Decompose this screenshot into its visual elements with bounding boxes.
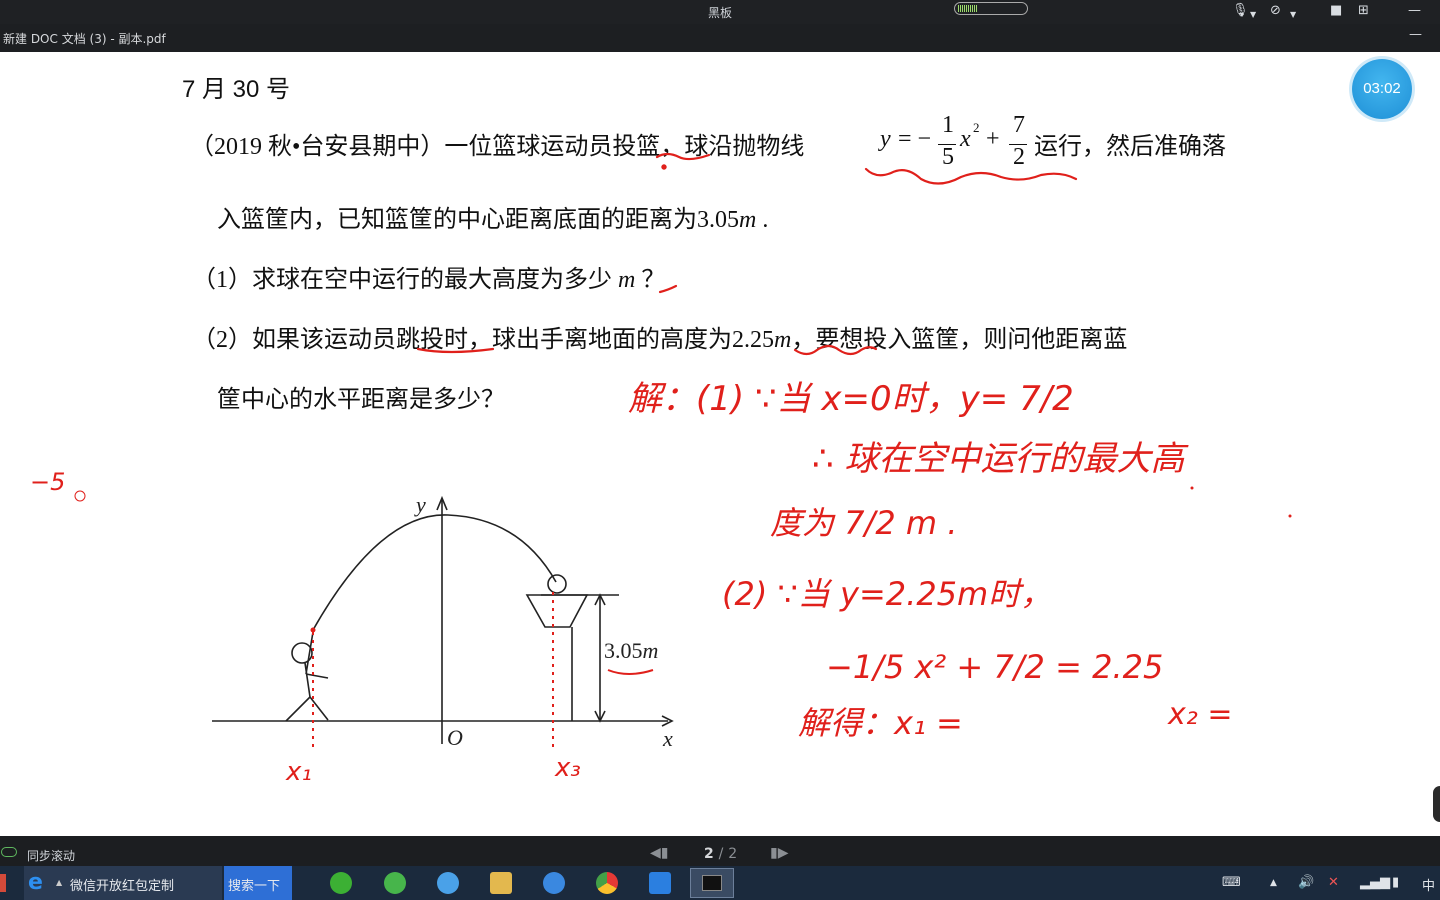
pen-cursor-icon	[74, 490, 86, 502]
wechat-icon[interactable]	[330, 872, 352, 894]
handwritten-solution: 解：(1) ∵当 x=0时，y= 7/2 ∴ 球在空中运行的最大高 度为 7/2…	[30, 379, 1232, 787]
sync-scroll-toggle[interactable]	[1, 847, 17, 857]
taskbar: e ▲ 微信开放红包定制 搜索一下 ⌨ ▲ 🔊 ✕ ▂▄▆ ▮ 中	[0, 866, 1440, 900]
previous-page-icon[interactable]: ◀▮	[650, 845, 668, 861]
feishu-icon[interactable]	[649, 872, 671, 894]
ime-indicator[interactable]: 中	[1422, 875, 1435, 894]
figure-height-value: 3.05	[604, 638, 643, 663]
app-icon[interactable]	[437, 872, 459, 894]
chevron-up-icon: ▲	[56, 878, 63, 887]
handwriting-line-5: −1/5 x² + 7/2 = 2.25	[826, 648, 1163, 686]
figure-height-label: 3.05m	[604, 638, 658, 663]
document-bar: 新建 DOC 文档 (3) - 副本.pdf —	[0, 24, 1440, 52]
chrome-icon[interactable]	[596, 872, 618, 894]
window-title: 黑板	[707, 6, 732, 20]
next-page-icon[interactable]: ▮▶	[770, 845, 788, 861]
start-edge[interactable]	[0, 874, 6, 892]
blackboard-icon	[702, 875, 722, 891]
handwriting-line-6: 解得：x₁ =	[798, 704, 963, 742]
page-current: 2	[704, 846, 714, 862]
handwriting-line-7: x₂ =	[1167, 697, 1232, 732]
ie-icon: e	[28, 870, 43, 895]
camera-icon[interactable]: ■	[1330, 4, 1342, 18]
signal-icon[interactable]: ▂▄▆	[1360, 875, 1390, 890]
speaker-muted-icon[interactable]: ⊘	[1270, 4, 1281, 18]
taskbar-ie-task[interactable]: e ▲ 微信开放红包定制	[24, 866, 222, 900]
status-bar: 同步滚动 ◀▮ 2 / 2 ▮▶	[0, 836, 1440, 866]
top-bar: 黑板 🎙 ▼ ⊘ ▼ ■ ⊞ —	[0, 0, 1440, 24]
x-axis-label: x	[662, 726, 673, 751]
origin-label: O	[447, 725, 463, 750]
folder-icon[interactable]	[490, 872, 512, 894]
annotation-layer: y x O 3.05m 解：(1) ∵当 x=0时，y= 7/2 ∴ 球在空中运…	[30, 152, 1292, 787]
page-indicator: 2 / 2	[704, 846, 737, 862]
document-minimize-button[interactable]: —	[1409, 27, 1422, 42]
tray-expand-icon[interactable]: ▲	[1270, 878, 1277, 888]
teacher-underlines	[416, 152, 1078, 356]
chevron-down-icon[interactable]: ▼	[1250, 8, 1256, 22]
sogou-icon[interactable]	[543, 872, 565, 894]
taskbar-task-label: 微信开放红包定制	[70, 879, 175, 894]
grid-icon[interactable]: ⊞	[1358, 4, 1369, 18]
red-guide-lines	[312, 592, 554, 752]
microphone-icon[interactable]: 🎙	[1232, 4, 1249, 18]
volume-icon[interactable]: 🔊	[1298, 875, 1314, 890]
blackboard-task[interactable]	[690, 868, 734, 898]
y-axis-label: y	[414, 492, 426, 517]
chevron-down-icon[interactable]: ▼	[1290, 8, 1296, 22]
scroll-handle[interactable]	[1433, 786, 1440, 822]
figure-height-unit: m	[643, 638, 659, 663]
battery-tray-icon[interactable]: ▮	[1392, 875, 1399, 890]
keyboard-icon[interactable]: ⌨	[1222, 875, 1241, 890]
browser-360-icon[interactable]	[384, 872, 406, 894]
handwriting-line-4: (2) ∵当 y=2.25m时，	[722, 575, 1052, 613]
battery-indicator	[954, 2, 1028, 15]
pdf-page[interactable]: 7 月 30 号 （2019 秋•台安县期中）一位篮球运动员投篮，球沿抛物线 y…	[0, 52, 1440, 836]
basketball-diagram	[212, 495, 674, 744]
handwriting-line-2: ∴ 球在空中运行的最大高	[812, 439, 1189, 479]
handwriting-side-mark: −5	[30, 468, 65, 496]
minimize-icon[interactable]: —	[1408, 4, 1421, 18]
taskbar-search-button[interactable]: 搜索一下	[224, 866, 292, 900]
handwriting-x3-label: x₃	[554, 753, 581, 783]
document-name: 新建 DOC 文档 (3) - 副本.pdf	[3, 32, 166, 46]
handwriting-line-1: 解：(1) ∵当 x=0时，y= 7/2	[628, 379, 1074, 419]
taskbar-search-label: 搜索一下	[228, 879, 281, 894]
handwriting-x1-label: x₁	[285, 757, 312, 787]
page-total: 2	[728, 846, 738, 862]
handwriting-line-3: 度为 7/2 m .	[770, 504, 957, 542]
page-separator: /	[718, 846, 724, 862]
sync-scroll-label: 同步滚动	[27, 849, 76, 863]
network-warning-icon[interactable]: ✕	[1328, 875, 1339, 890]
